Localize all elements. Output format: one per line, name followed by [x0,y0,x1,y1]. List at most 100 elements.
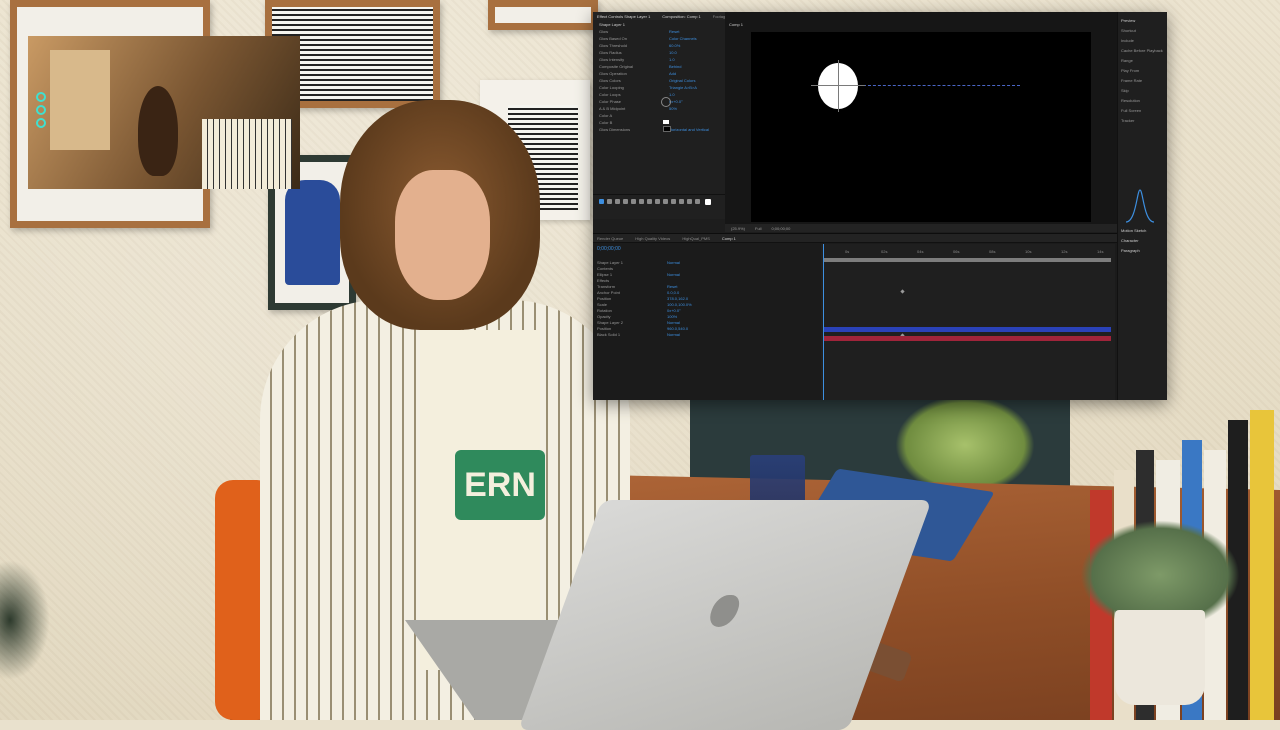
layer-row[interactable]: Transform Reset [597,284,677,289]
effect-property-value[interactable]: Behind [669,64,681,69]
composition-canvas[interactable] [751,32,1091,222]
layer-value[interactable]: 100.0,100.0% [667,302,692,307]
right-panel-item[interactable]: Full Screen [1121,108,1141,113]
layer-value[interactable]: Normal [667,320,680,325]
effect-property-row[interactable]: Color A [599,113,612,118]
effect-property-value[interactable]: 0x+0.0° [669,99,683,104]
timeline-tracks[interactable]: 0s 02s 04s 06s 08s 10s 12s 14s [821,244,1115,400]
hand-tool-icon[interactable] [607,199,612,204]
layer-value[interactable]: 0.0,0.0 [667,290,679,295]
effect-property-row[interactable]: Color B [599,120,612,125]
right-panel-item[interactable]: Play From [1121,68,1139,73]
right-panel-item[interactable]: Include [1121,38,1134,43]
effect-property-value[interactable]: Color Channels [669,36,697,41]
color-b-swatch[interactable] [663,126,671,132]
color-a-swatch[interactable] [663,120,669,124]
clone-tool-icon[interactable] [679,199,684,204]
pan-behind-tool-icon[interactable] [639,199,644,204]
layer-bar-black-solid[interactable] [823,336,1111,341]
right-panel-item[interactable]: Resolution [1121,98,1140,103]
magnification-select[interactable]: (25.9%) [731,226,745,231]
layer-value[interactable]: Normal [667,260,680,265]
layer-value[interactable]: Reset [667,284,677,289]
zoom-tool-icon[interactable] [615,199,620,204]
effect-property-value[interactable]: Horizontal and Vertical [669,127,709,132]
effect-property-row[interactable]: Glow Reset [599,29,679,34]
right-panel-item[interactable]: Motion Sketch [1121,228,1146,233]
right-panel-item[interactable]: Shortcut [1121,28,1136,33]
type-tool-icon[interactable] [663,199,668,204]
layer-row[interactable]: Black Solid 1 Normal [597,332,680,337]
layer-value[interactable]: Normal [667,272,680,277]
viewer-timecode[interactable]: 0;00;00;00 [771,226,790,231]
layer-value[interactable]: 0x+0.0° [667,308,681,313]
right-panel-item[interactable]: Frame Rate [1121,78,1142,83]
right-panel-item[interactable]: Paragraph [1121,248,1140,253]
layer-row[interactable]: Shape Layer 1 Normal [597,260,680,265]
tab-high-quality-videos[interactable]: High Quality Videos [635,236,670,241]
layer-row[interactable]: Contents [597,266,613,271]
effect-property-value[interactable]: 1.0 [669,57,675,62]
right-panel-item[interactable]: Character [1121,238,1139,243]
effect-property-row[interactable]: Color Looping Triangle A>B>A [599,85,697,90]
effect-property-value[interactable]: 50% [669,106,677,111]
effect-property-row[interactable]: Color Phase 0x+0.0° [599,99,683,104]
motion-path[interactable] [858,85,1020,86]
effect-property-value[interactable]: Triangle A>B>A [669,85,697,90]
tab-composition[interactable]: Composition: Comp 1 [662,14,700,19]
layer-value[interactable]: 100% [667,314,677,319]
tab-highqual-pms[interactable]: HighQual_PMS [682,236,710,241]
right-panel-item[interactable]: Preview [1121,18,1135,23]
right-panel-item[interactable]: Tracker [1121,118,1134,123]
layer-row[interactable]: Shape Layer 2 Normal [597,320,680,325]
fill-swatch[interactable] [705,199,711,205]
keyframe-icon[interactable] [900,289,905,294]
effect-property-value[interactable]: Reset [669,29,679,34]
eraser-tool-icon[interactable] [687,199,692,204]
layer-value[interactable]: Normal [667,332,680,337]
viewer-tab[interactable]: Comp 1 [729,22,743,27]
brush-tool-icon[interactable] [671,199,676,204]
effect-property-value[interactable]: Add [669,71,676,76]
layer-row[interactable]: Position 960.0,540.0 [597,326,688,331]
effect-property-row[interactable]: A & B Midpoint 50% [599,106,677,111]
work-area-bar[interactable] [823,258,1111,262]
layer-row[interactable]: Rotation 0x+0.0° [597,308,681,313]
effect-property-row[interactable]: Glow Dimensions Horizontal and Vertical [599,127,709,132]
layer-row[interactable]: Anchor Point 0.0,0.0 [597,290,679,295]
effect-property-row[interactable]: Glow Intensity 1.0 [599,57,675,62]
puppet-tool-icon[interactable] [695,199,700,204]
selection-tool-icon[interactable] [599,199,604,204]
effect-property-row[interactable]: Glow Operation Add [599,71,676,76]
layer-bar-shape-layer-2[interactable] [823,327,1111,332]
tab-comp-1[interactable]: Comp 1 [722,236,736,241]
tab-effect-controls[interactable]: Effect Controls Shape Layer 1 [597,14,650,19]
layer-row[interactable]: Position 378.0,162.0 [597,296,688,301]
effect-property-row[interactable]: Glow Threshold 60.0% [599,43,680,48]
resolution-select[interactable]: Full [755,226,761,231]
layer-row[interactable]: Scale 100.0,100.0% [597,302,692,307]
playhead[interactable] [823,244,824,400]
effect-property-value[interactable]: 10.0 [669,50,677,55]
effect-property-row[interactable]: Glow Based On Color Channels [599,36,697,41]
time-ruler[interactable]: 0s 02s 04s 06s 08s 10s 12s 14s [821,244,1115,254]
layer-value[interactable]: 960.0,540.0 [667,326,688,331]
right-panel-item[interactable]: Skip [1121,88,1129,93]
effect-property-value[interactable]: 60.0% [669,43,680,48]
layer-row[interactable]: Opacity 100% [597,314,677,319]
layer-row[interactable]: Effects [597,278,609,283]
pen-tool-icon[interactable] [655,199,660,204]
shape-tool-icon[interactable] [647,199,652,204]
rotate-tool-icon[interactable] [623,199,628,204]
effect-property-value[interactable]: Original Colors [669,78,695,83]
effect-property-row[interactable]: Glow Colors Original Colors [599,78,695,83]
effect-property-row[interactable]: Composite Original Behind [599,64,681,69]
color-phase-dial[interactable] [661,97,671,107]
right-panel-item[interactable]: Range [1121,58,1133,63]
timeline-timecode[interactable]: 0;00;00;00 [597,246,621,252]
right-panel-item[interactable]: Cache Before Playback [1121,48,1163,53]
tab-render-queue[interactable]: Render Queue [597,236,623,241]
layer-value[interactable]: 378.0,162.0 [667,296,688,301]
layer-row[interactable]: Ellipse 1 Normal [597,272,680,277]
effect-property-value[interactable]: 1.0 [669,92,675,97]
